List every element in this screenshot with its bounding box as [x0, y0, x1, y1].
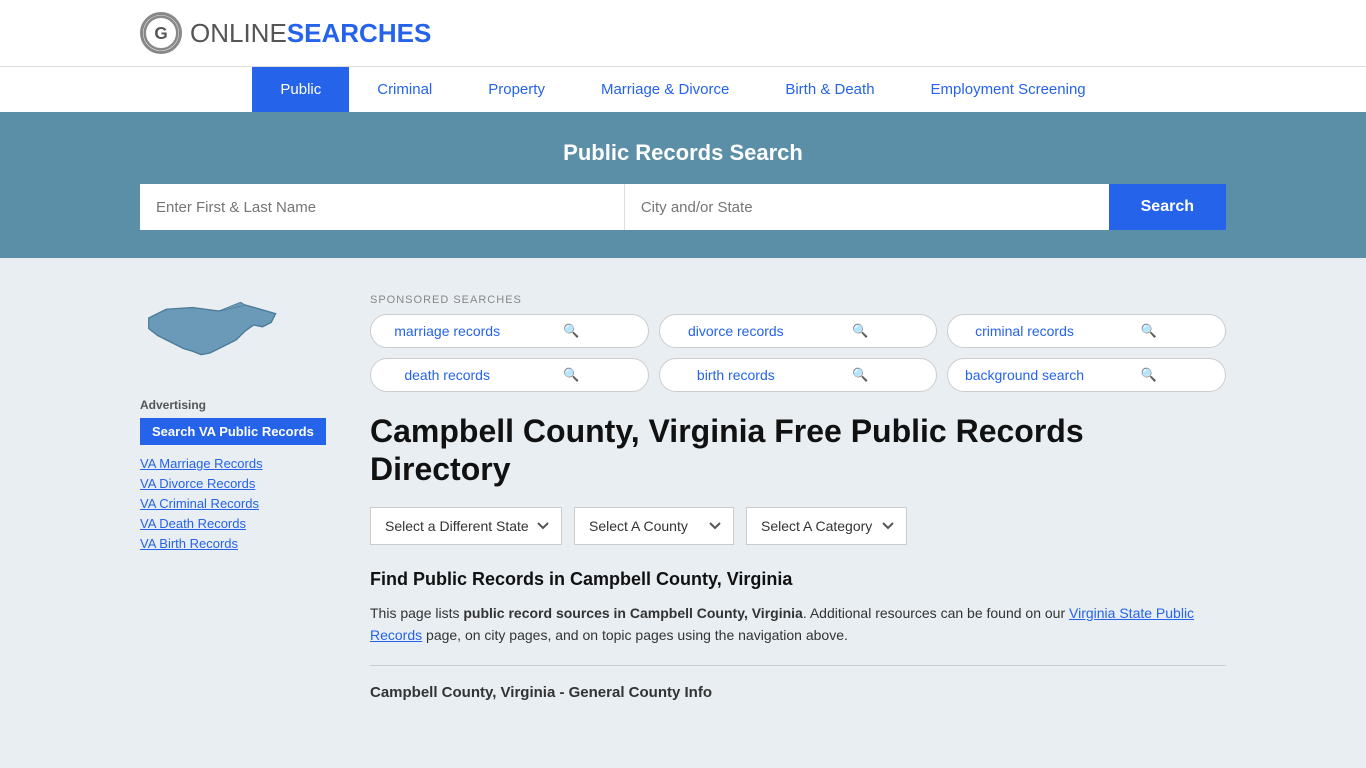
nav-item-birth-death[interactable]: Birth & Death [757, 67, 902, 112]
va-marriage-records-link[interactable]: VA Marriage Records [140, 456, 263, 471]
main-wrap: Advertising Search VA Public Records VA … [0, 258, 1366, 758]
content-area: SPONSORED SEARCHES marriage records 🔍 di… [340, 258, 1226, 758]
sidebar-links: VA Marriage Records VA Divorce Records V… [140, 455, 340, 551]
search-va-records-button[interactable]: Search VA Public Records [140, 418, 326, 445]
sponsored-pill-marriage[interactable]: marriage records 🔍 [370, 314, 649, 348]
find-heading: Find Public Records in Campbell County, … [370, 569, 1226, 590]
search-icon: 🔍 [1087, 367, 1211, 383]
nav-item-criminal[interactable]: Criminal [349, 67, 460, 112]
list-item: VA Criminal Records [140, 495, 340, 511]
search-icon: 🔍 [509, 323, 633, 339]
sponsored-pill-background-label: background search [962, 367, 1086, 383]
county-dropdown[interactable]: Select A County [574, 507, 734, 545]
search-form: Search [140, 184, 1226, 230]
logo: G ONLINESEARCHES [140, 12, 431, 54]
va-death-records-link[interactable]: VA Death Records [140, 516, 246, 531]
section-divider [370, 665, 1226, 666]
sponsored-pill-background[interactable]: background search 🔍 [947, 358, 1226, 392]
sponsored-pill-criminal[interactable]: criminal records 🔍 [947, 314, 1226, 348]
sponsored-pill-divorce[interactable]: divorce records 🔍 [659, 314, 938, 348]
svg-text:G: G [154, 23, 167, 43]
va-birth-records-link[interactable]: VA Birth Records [140, 536, 238, 551]
find-text-bold: public record sources in Campbell County… [463, 605, 802, 621]
name-input[interactable] [140, 184, 625, 230]
virginia-map [140, 288, 270, 378]
nav-item-property[interactable]: Property [460, 67, 573, 112]
sponsored-pill-birth[interactable]: birth records 🔍 [659, 358, 938, 392]
nav-item-public[interactable]: Public [252, 67, 349, 112]
sponsored-pill-death-label: death records [385, 367, 509, 383]
search-banner-title: Public Records Search [140, 140, 1226, 166]
sponsored-pill-marriage-label: marriage records [385, 323, 509, 339]
search-icon: 🔍 [509, 367, 633, 383]
search-icon: 🔍 [798, 367, 922, 383]
find-text-2: . Additional resources can be found on o… [803, 605, 1069, 621]
category-dropdown[interactable]: Select A Category [746, 507, 907, 545]
va-criminal-records-link[interactable]: VA Criminal Records [140, 496, 259, 511]
logo-text-normal: ONLINE [190, 18, 287, 48]
search-icon: 🔍 [1087, 323, 1211, 339]
sponsored-pill-birth-label: birth records [674, 367, 798, 383]
sponsored-grid: marriage records 🔍 divorce records 🔍 cri… [370, 314, 1226, 392]
nav-item-employment[interactable]: Employment Screening [903, 67, 1114, 112]
main-nav: Public Criminal Property Marriage & Divo… [0, 66, 1366, 112]
search-banner: Public Records Search Search [0, 112, 1366, 258]
advertising-label: Advertising [140, 398, 340, 412]
sponsored-pill-death[interactable]: death records 🔍 [370, 358, 649, 392]
logo-text: ONLINESEARCHES [190, 18, 431, 49]
find-text: This page lists public record sources in… [370, 602, 1226, 647]
state-dropdown[interactable]: Select a Different State [370, 507, 562, 545]
search-button[interactable]: Search [1109, 184, 1226, 230]
list-item: VA Marriage Records [140, 455, 340, 471]
sponsored-label: SPONSORED SEARCHES [370, 294, 1226, 306]
location-input[interactable] [625, 184, 1109, 230]
dropdowns-row: Select a Different State Select A County… [370, 507, 1226, 545]
nav-item-marriage-divorce[interactable]: Marriage & Divorce [573, 67, 757, 112]
find-text-3: page, on city pages, and on topic pages … [422, 627, 848, 643]
logo-icon: G [140, 12, 182, 54]
find-text-1: This page lists [370, 605, 463, 621]
sponsored-pill-divorce-label: divorce records [674, 323, 798, 339]
sidebar: Advertising Search VA Public Records VA … [140, 258, 340, 758]
logo-text-bold: SEARCHES [287, 18, 431, 48]
page-title: Campbell County, Virginia Free Public Re… [370, 412, 1226, 489]
va-divorce-records-link[interactable]: VA Divorce Records [140, 476, 255, 491]
search-icon: 🔍 [798, 323, 922, 339]
list-item: VA Birth Records [140, 535, 340, 551]
list-item: VA Divorce Records [140, 475, 340, 491]
header: G ONLINESEARCHES [0, 0, 1366, 66]
list-item: VA Death Records [140, 515, 340, 531]
sponsored-pill-criminal-label: criminal records [962, 323, 1086, 339]
county-info-label: Campbell County, Virginia - General Coun… [370, 684, 1226, 701]
